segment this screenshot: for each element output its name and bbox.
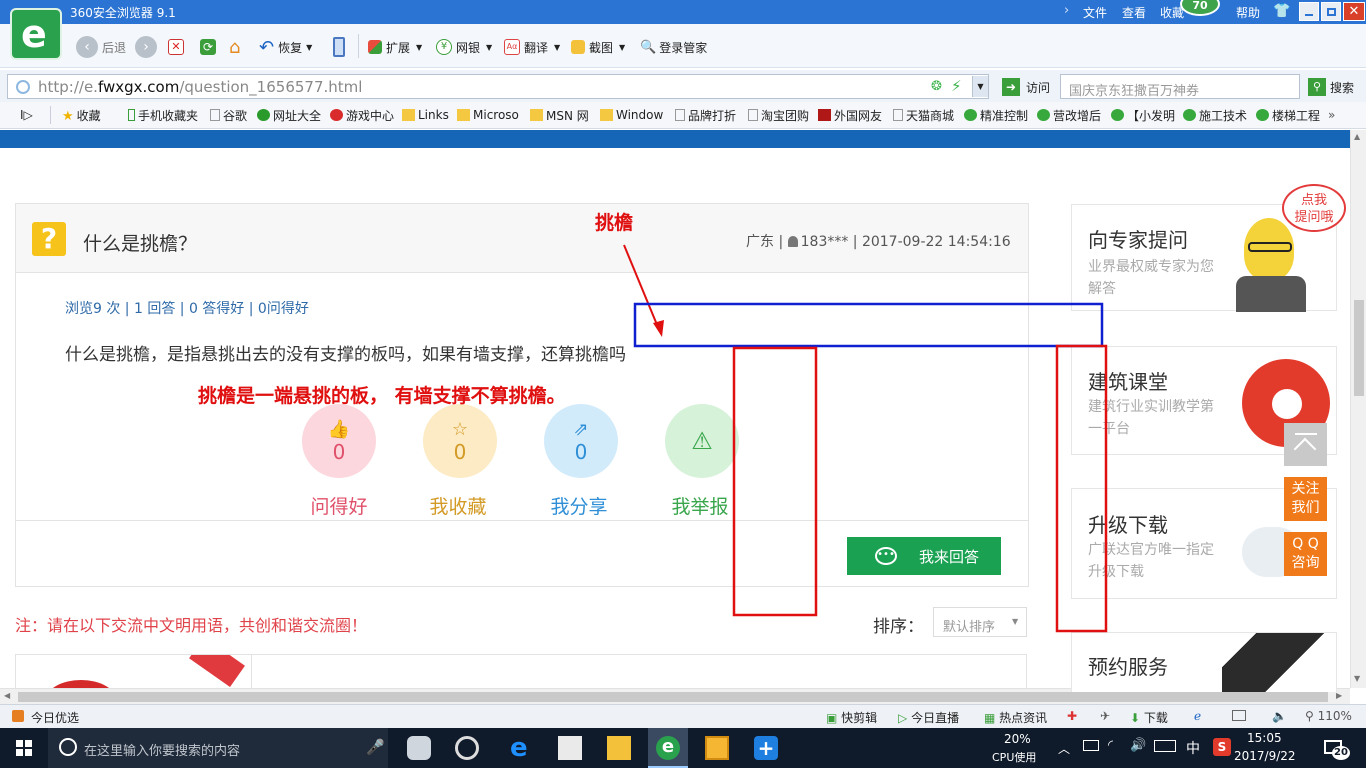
keyboard-icon[interactable] (1154, 740, 1176, 752)
notes-app-icon[interactable] (705, 736, 729, 760)
status-live-label: 今日直播 (911, 711, 960, 725)
sogou-ime-icon[interactable]: S (1213, 738, 1231, 756)
annotation-answer-text: 挑檐是一端悬挑的板， 有墙支撑不算挑檐。 (198, 385, 566, 407)
taskbar-search-placeholder: 在这里输入你要搜索的内容 (84, 744, 241, 759)
clip-icon: ▣ (826, 711, 838, 725)
clock-date[interactable]: 2017/9/22 (1234, 749, 1296, 763)
app-spiral-icon[interactable] (455, 736, 479, 760)
active-360-browser-tab[interactable]: e (648, 728, 688, 768)
store-icon[interactable] (558, 736, 582, 760)
medical-icon[interactable]: ✚ (1067, 709, 1077, 723)
pin-icon[interactable]: ✈ (1100, 709, 1110, 723)
status-left-label[interactable]: 今日优选 (31, 709, 79, 726)
speaker-icon[interactable]: 🔊 (1130, 738, 1146, 753)
edge-browser-icon[interactable]: e (510, 735, 534, 761)
volume-icon[interactable]: 🔈 (1272, 709, 1287, 723)
plus-app-icon[interactable]: + (754, 736, 778, 760)
annotation-red-box-right (1055, 344, 1108, 633)
browser-status-bar: 今日优选 ▣ 快剪辑 ▷ 今日直播 ▦ 热点资讯 ✚ ✈ ⬇ 下载 ℯ 🔈 ⚲ … (0, 704, 1366, 728)
zoom-control[interactable]: ⚲ 110% (1305, 709, 1352, 723)
file-explorer-icon[interactable] (607, 736, 631, 760)
play-icon: ▷ (898, 711, 908, 725)
status-download-label: 下载 (1143, 711, 1168, 725)
annotation-arrow-line (623, 244, 661, 333)
status-news-label: 热点资讯 (999, 711, 1048, 725)
cpu-percent: 20% (1004, 732, 1031, 746)
360-browser-icon: e (656, 736, 680, 760)
status-download[interactable]: ⬇ 下载 (1130, 709, 1168, 726)
annotation-red-box-left (732, 346, 818, 617)
tray-chevron-icon[interactable]: ︿ (1058, 740, 1070, 757)
status-clip[interactable]: ▣ 快剪辑 (826, 709, 877, 726)
notification-center-icon[interactable]: 20 (1322, 736, 1350, 762)
start-windows-icon[interactable] (16, 740, 32, 756)
battery-icon[interactable] (1083, 740, 1099, 751)
notification-count: 20 (1332, 746, 1350, 760)
zoom-value: 110% (1317, 709, 1352, 723)
task-view-icon[interactable] (407, 736, 431, 760)
ie-icon[interactable]: ℯ (1194, 709, 1201, 723)
status-clip-label: 快剪辑 (841, 711, 878, 725)
microphone-icon: 🎤 (366, 738, 385, 756)
cortana-icon (59, 738, 77, 756)
clock-time[interactable]: 15:05 (1247, 731, 1282, 745)
wifi-icon[interactable]: ◜ (1108, 738, 1113, 753)
gift-icon (12, 710, 24, 722)
taskbar-search-box[interactable]: 在这里输入你要搜索的内容 🎤 (48, 728, 388, 768)
window-icon[interactable] (1232, 710, 1246, 721)
status-news[interactable]: ▦ 热点资讯 (984, 709, 1047, 726)
status-live[interactable]: ▷ 今日直播 (898, 709, 959, 726)
annotation-blue-box (633, 302, 1104, 348)
cpu-label: CPU使用 (992, 751, 1037, 764)
download-icon: ⬇ (1130, 711, 1141, 725)
news-icon: ▦ (984, 711, 996, 725)
ime-indicator[interactable]: 中 (1186, 738, 1200, 758)
annotation-arrow-head (653, 320, 664, 337)
